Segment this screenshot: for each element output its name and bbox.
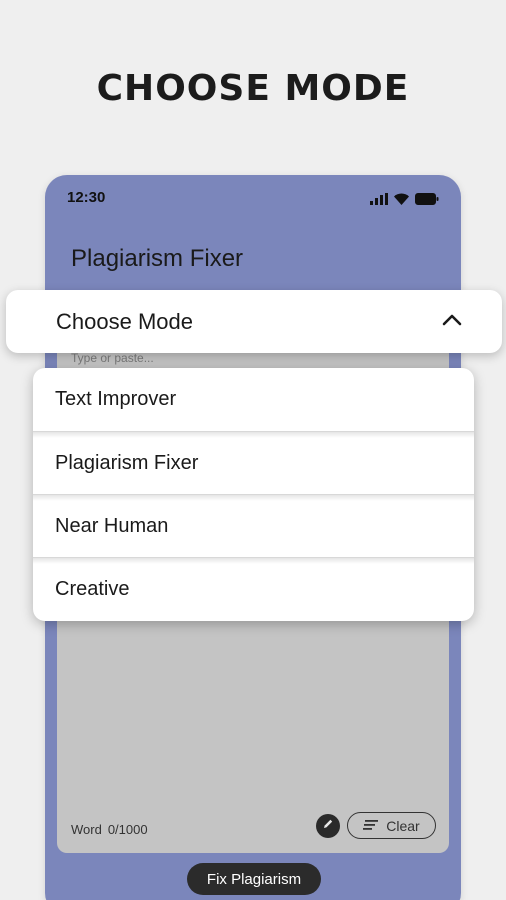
app-title: Plagiarism Fixer <box>71 245 244 272</box>
clear-label: Clear <box>386 817 420 834</box>
mode-option-near-human[interactable]: Near Human <box>33 494 474 557</box>
word-label: Word <box>71 822 102 837</box>
mode-options-list: Text Improver Plagiarism Fixer Near Huma… <box>33 368 474 621</box>
editor-placeholder: Type or paste... <box>71 351 154 365</box>
word-counter: Word 0/1000 <box>71 822 148 837</box>
mode-option-plagiarism-fixer[interactable]: Plagiarism Fixer <box>33 431 474 494</box>
page-headline: CHOOSE MODE <box>96 68 410 109</box>
wifi-icon <box>394 192 409 210</box>
status-time: 12:30 <box>67 189 106 206</box>
battery-icon <box>415 192 439 210</box>
signal-icon <box>370 192 388 210</box>
chevron-up-icon[interactable] <box>442 313 462 331</box>
pencil-icon <box>322 817 334 835</box>
lines-icon <box>363 818 379 834</box>
word-count-value: 0/1000 <box>107 822 148 837</box>
choose-mode-label: Choose Mode <box>56 308 193 334</box>
edit-button[interactable] <box>316 814 340 838</box>
fix-plagiarism-button[interactable]: Fix Plagiarism <box>187 863 321 895</box>
mode-option-text-improver[interactable]: Text Improver <box>33 368 474 431</box>
clear-button[interactable]: Clear <box>347 812 436 839</box>
status-icons <box>370 192 439 210</box>
mode-option-creative[interactable]: Creative <box>33 557 474 620</box>
choose-mode-dropdown[interactable]: Choose Mode <box>6 290 502 353</box>
